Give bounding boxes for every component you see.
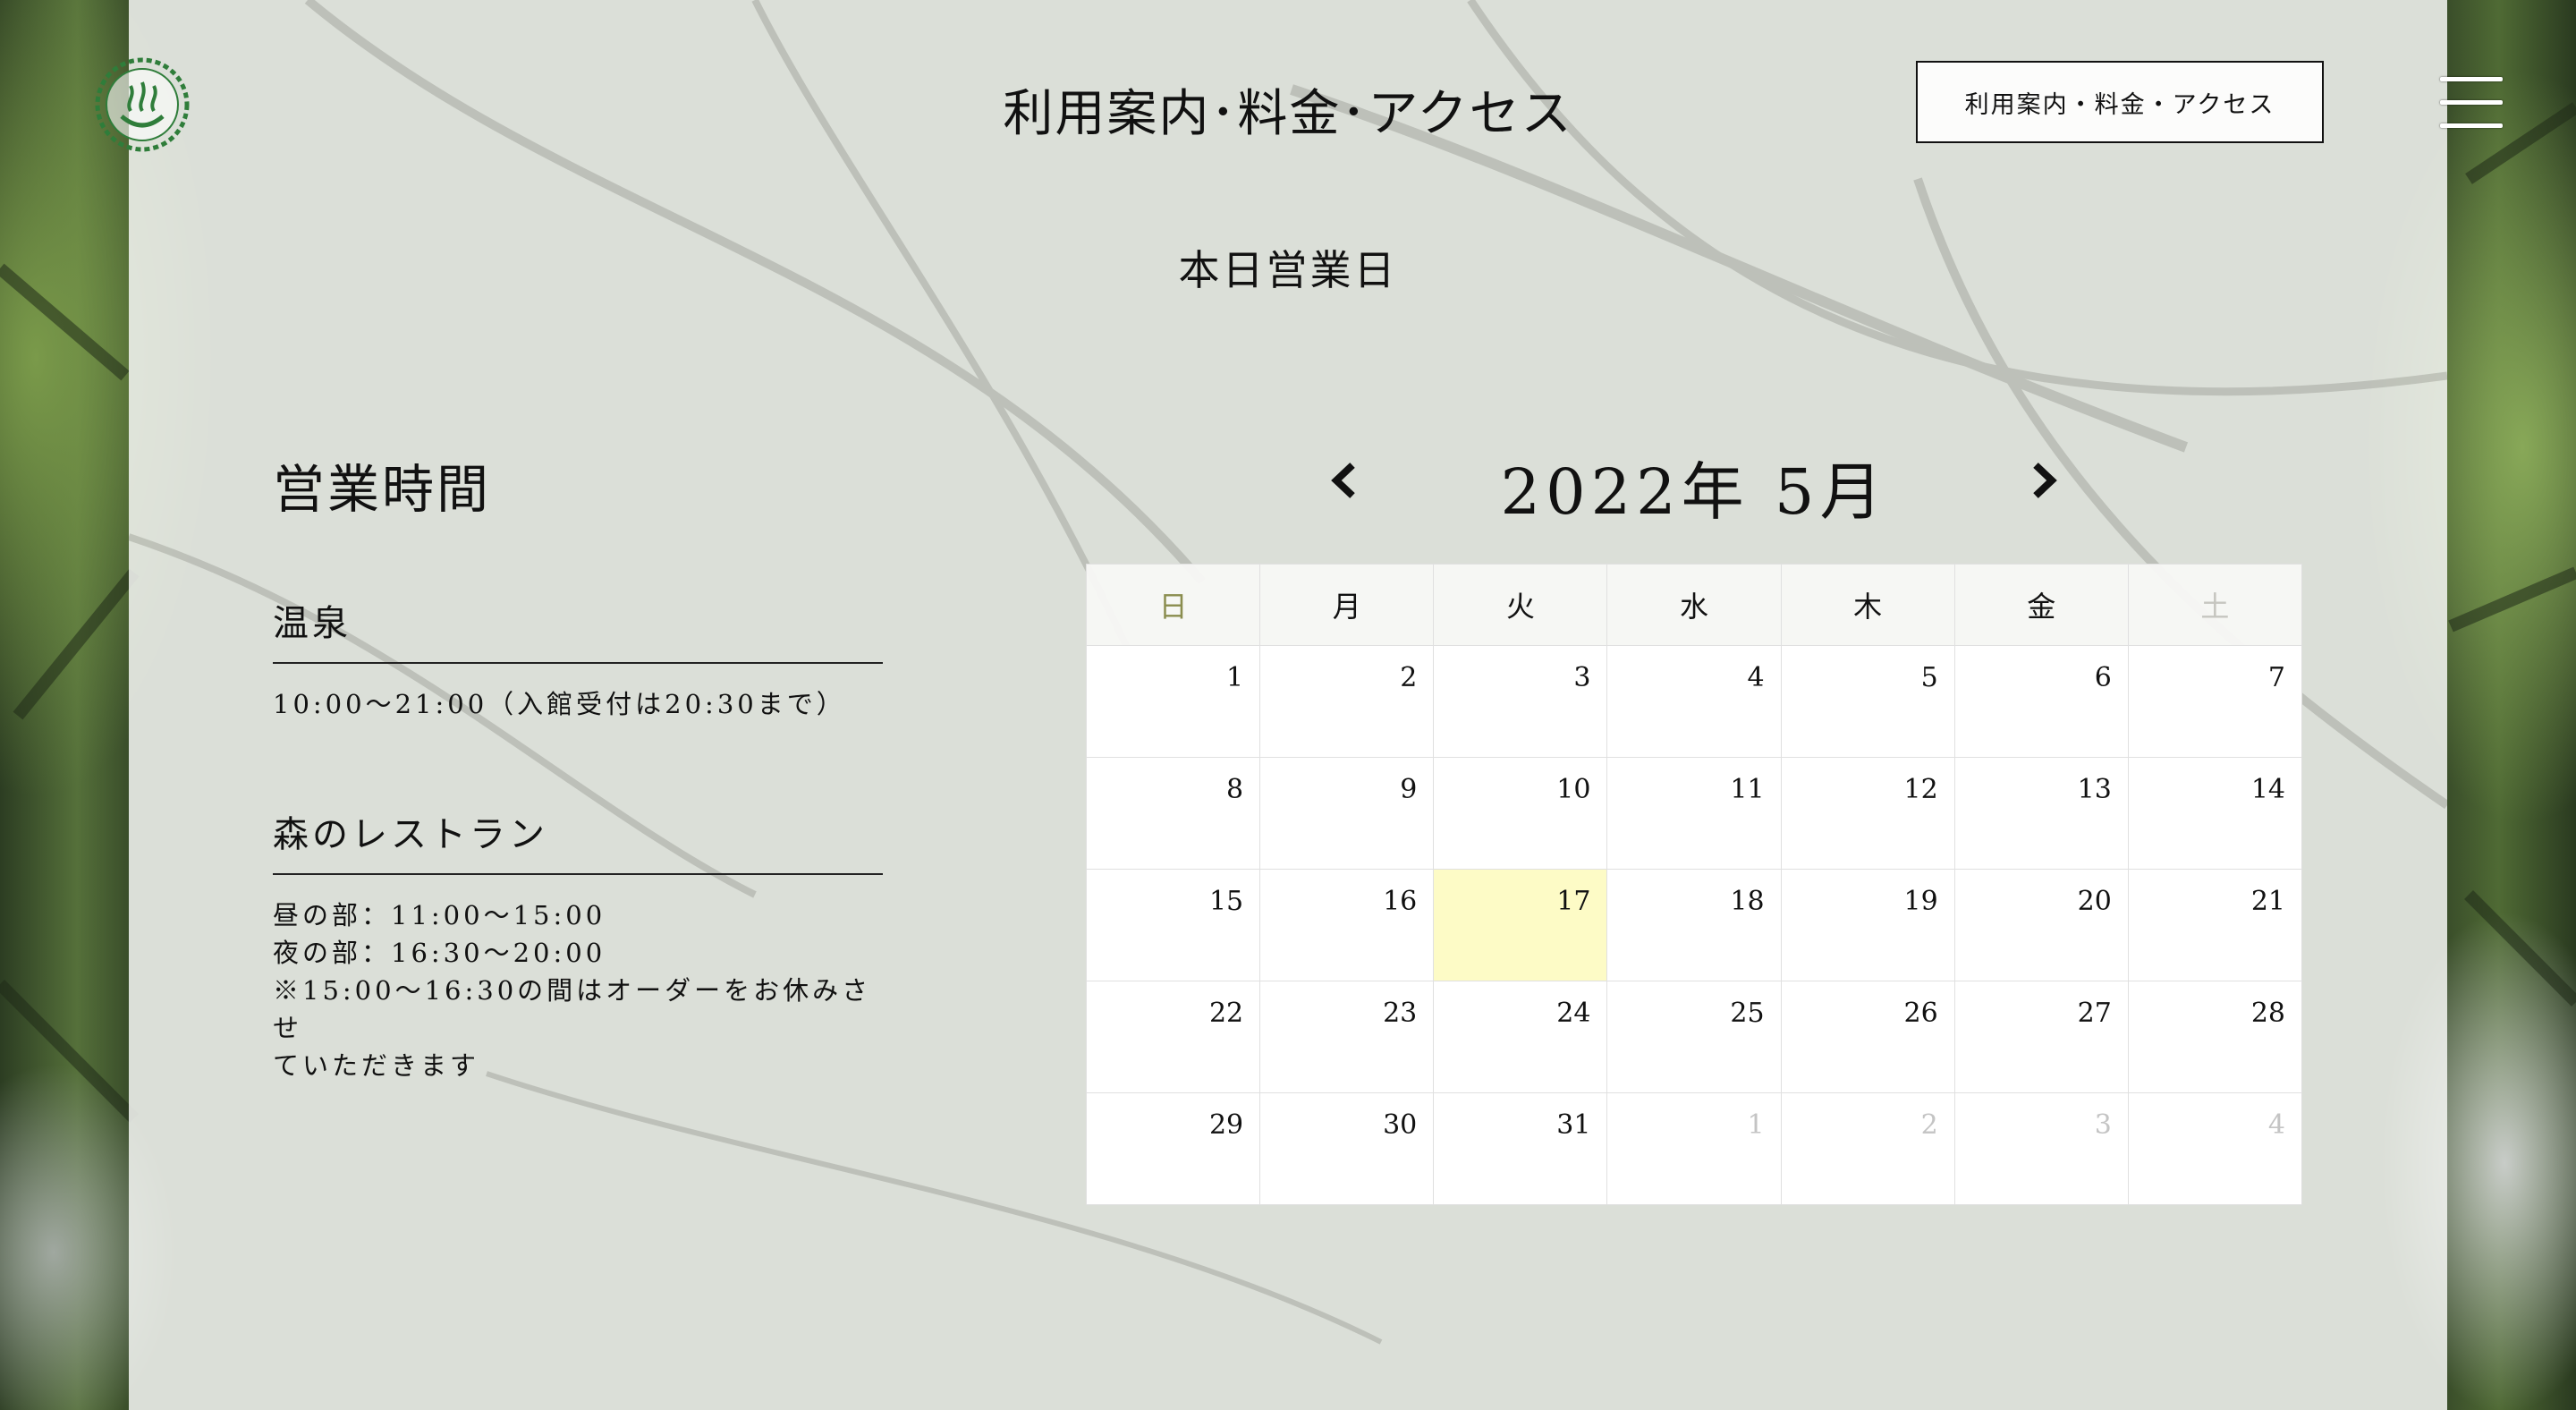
calendar-day[interactable]: 1 [1085,645,1261,758]
calendar-day[interactable]: 3 [1433,645,1608,758]
calendar-day[interactable]: 9 [1259,757,1435,870]
calendar-day[interactable]: 19 [1780,869,1955,981]
next-month-button[interactable] [2027,460,2063,501]
calendar-day[interactable]: 15 [1085,869,1261,981]
calendar-day[interactable]: 27 [1953,981,2129,1093]
access-nav-button[interactable]: 利用案内・料金・アクセス [1916,61,2324,143]
calendar-day[interactable]: 23 [1259,981,1435,1093]
calendar-day-today[interactable]: 17 [1433,869,1608,981]
calendar-grid: 日 月 火 水 木 金 土 1 2 3 4 5 6 7 8 9 10 11 12… [1085,564,2303,1205]
calendar-day[interactable]: 2 [1259,645,1435,758]
calendar-day[interactable]: 18 [1606,869,1782,981]
calendar-week-row: 1 2 3 4 5 6 7 [1085,645,2303,758]
calendar-day-next-month: 3 [1953,1092,2129,1205]
calendar-day[interactable]: 24 [1433,981,1608,1093]
weekday-header: 木 [1780,564,1955,646]
hours-line: ていただきます [273,1050,480,1081]
calendar-day-next-month: 1 [1606,1092,1782,1205]
calendar-week-row: 8 9 10 11 12 13 14 [1085,757,2303,870]
weekday-header: 金 [1953,564,2129,646]
hours-section-title: 森のレストラン [273,805,883,875]
weekday-header: 月 [1259,564,1435,646]
calendar-day[interactable]: 11 [1606,757,1782,870]
calendar-day[interactable]: 29 [1085,1092,1261,1205]
calendar-day-next-month: 4 [2127,1092,2303,1205]
calendar-day[interactable]: 8 [1085,757,1261,870]
calendar-day[interactable]: 7 [2127,645,2303,758]
calendar-week-row: 29 30 31 1 2 3 4 [1085,1092,2303,1205]
hours-line: 夜の部：16:30〜20:00 [273,938,606,968]
calendar-day[interactable]: 28 [2127,981,2303,1093]
calendar-day[interactable]: 22 [1085,981,1261,1093]
chevron-right-icon [2033,463,2057,498]
calendar-header: 2022年 5月 [1086,442,2302,529]
calendar-month-title: 2022年 5月 [1500,455,1888,529]
business-status: 本日営業日 [1178,246,1398,294]
hours-line: 昼の部：11:00〜15:00 [273,900,606,930]
calendar-week-row: 15 16 17 18 19 20 21 [1085,869,2303,981]
calendar-day-next-month: 2 [1780,1092,1955,1205]
hours-line: ※15:00〜16:30の間はオーダーをお休みさせ [273,975,872,1043]
hours-heading: 営業時間 [273,459,492,520]
calendar-day[interactable]: 4 [1606,645,1782,758]
calendar-day[interactable]: 14 [2127,757,2303,870]
weekday-header: 日 [1085,564,1261,646]
calendar-day[interactable]: 16 [1259,869,1435,981]
calendar-day[interactable]: 20 [1953,869,2129,981]
calendar-week-row: 22 23 24 25 26 27 28 [1085,981,2303,1093]
calendar-day[interactable]: 12 [1780,757,1955,870]
calendar-day[interactable]: 25 [1606,981,1782,1093]
weekday-header: 火 [1433,564,1608,646]
calendar-day[interactable]: 5 [1780,645,1955,758]
business-hours: 営業時間 温泉 10:00〜21:00（入館受付は20:30まで） 森のレストラ… [273,447,883,1084]
calendar-day[interactable]: 13 [1953,757,2129,870]
weekday-header: 水 [1606,564,1782,646]
hours-section-title: 温泉 [273,594,883,664]
calendar-day[interactable]: 30 [1259,1092,1435,1205]
weekday-header: 土 [2127,564,2303,646]
hours-line: 10:00〜21:00（入館受付は20:30まで） [273,689,846,719]
calendar-day[interactable]: 31 [1433,1092,1608,1205]
calendar-day[interactable]: 26 [1780,981,1955,1093]
calendar-day[interactable]: 10 [1433,757,1608,870]
calendar-day[interactable]: 21 [2127,869,2303,981]
calendar-day[interactable]: 6 [1953,645,2129,758]
hamburger-menu-icon[interactable] [2440,75,2503,132]
